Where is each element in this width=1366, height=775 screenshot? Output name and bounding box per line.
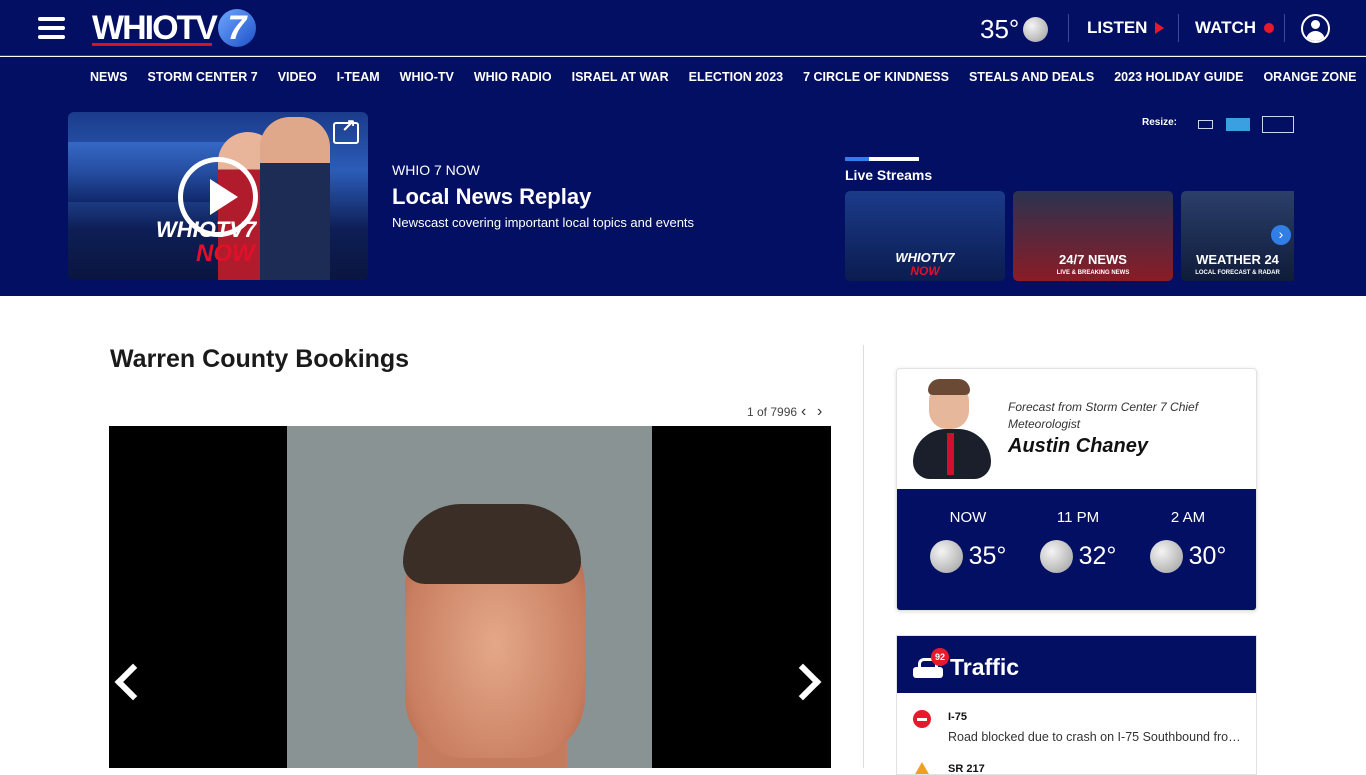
forecast-kicker: Forecast from Storm Center 7 Chief Meteo… bbox=[1008, 400, 1199, 431]
traffic-count-badge: 92 bbox=[931, 648, 949, 666]
road-blocked-icon bbox=[913, 710, 931, 728]
stream-caption: 24/7 NEWS bbox=[1059, 252, 1127, 267]
nav-list: NEWS STORM CENTER 7 VIDEO I-TEAM WHIO-TV… bbox=[90, 70, 1366, 84]
forecast-band: NOW 35° 11 PM 32° 2 AM 30° bbox=[897, 489, 1256, 610]
listen-button[interactable]: LISTEN bbox=[1087, 18, 1165, 38]
nav-item-whio-tv[interactable]: WHIO-TV bbox=[400, 70, 454, 84]
live-stream-whio-now[interactable]: WHIOTV7 NOW bbox=[845, 191, 1005, 281]
resize-medium-icon[interactable] bbox=[1226, 118, 1250, 131]
header-weather[interactable]: 35° bbox=[980, 14, 1049, 45]
moon-icon bbox=[1023, 17, 1049, 42]
traffic-title: Traffic bbox=[950, 654, 1020, 680]
top-bar: WHIOTV 7 35° LISTEN WATCH bbox=[0, 0, 1366, 56]
video-title[interactable]: Local News Replay bbox=[392, 184, 591, 210]
nav-item-orange-zone[interactable]: ORANGE ZONE bbox=[1263, 70, 1356, 84]
forecast-period-2am: 2 AM 30° bbox=[1133, 509, 1243, 573]
forecast-temp: 35° bbox=[968, 542, 1007, 570]
live-stream-24-7-news[interactable]: 24/7 NEWS LIVE & BREAKING NEWS bbox=[1013, 191, 1173, 281]
stream-sub: NOW bbox=[910, 264, 940, 278]
moon-icon bbox=[1149, 540, 1183, 573]
stream-next-icon[interactable]: › bbox=[1271, 225, 1291, 245]
forecast-temp: 32° bbox=[1078, 542, 1117, 570]
forecast-period-label: NOW bbox=[949, 509, 987, 526]
photo-gallery bbox=[109, 426, 831, 768]
watch-label: WATCH bbox=[1195, 18, 1257, 37]
header-temperature: 35° bbox=[980, 14, 1020, 44]
video-kicker: WHIO 7 NOW bbox=[392, 162, 480, 178]
moon-icon bbox=[1039, 540, 1073, 573]
page-title: Warren County Bookings bbox=[110, 345, 410, 373]
forecast-period-label: 11 PM bbox=[1056, 509, 1100, 526]
traffic-description: Road blocked due to crash on I-75 Southb… bbox=[948, 730, 1248, 744]
stream-sub: LOCAL FORECAST & RADAR bbox=[1195, 270, 1280, 276]
stream-sub: LIVE & BREAKING NEWS bbox=[1056, 270, 1130, 276]
meteorologist-avatar bbox=[913, 379, 991, 479]
logo-underline bbox=[92, 43, 212, 46]
forecast-card[interactable]: Forecast from Storm Center 7 Chief Meteo… bbox=[896, 368, 1257, 611]
watch-button[interactable]: WATCH bbox=[1195, 18, 1275, 38]
user-account-icon[interactable] bbox=[1301, 14, 1330, 43]
nav-item-video[interactable]: VIDEO bbox=[278, 70, 317, 84]
stream-caption: WHIOTV7 bbox=[895, 250, 955, 265]
menu-icon[interactable] bbox=[38, 17, 65, 39]
gallery-prev-small-icon[interactable]: ‹ bbox=[801, 403, 806, 421]
logo-seven: 7 bbox=[217, 9, 256, 47]
video-thumbnail[interactable]: WHIOTV7 NOW bbox=[68, 112, 368, 280]
forecast-temp: 30° bbox=[1188, 542, 1227, 570]
thumb-brand-now: NOW bbox=[196, 240, 255, 267]
stream-caption: WEATHER 24 bbox=[1196, 252, 1279, 267]
gallery-next-icon[interactable] bbox=[784, 652, 822, 707]
gallery-prev-icon[interactable] bbox=[114, 652, 152, 707]
forecast-period-now: NOW 35° bbox=[913, 509, 1023, 573]
header-divider bbox=[1284, 14, 1285, 42]
live-streams-accent bbox=[845, 157, 919, 161]
logo-text: WHIOTV bbox=[92, 8, 218, 47]
main-nav: NEWS STORM CENTER 7 VIDEO I-TEAM WHIO-TV… bbox=[0, 57, 1366, 97]
live-dot-icon bbox=[1264, 23, 1275, 33]
traffic-road: I-75 bbox=[948, 711, 967, 723]
nav-item-israel-at-war[interactable]: ISRAEL AT WAR bbox=[572, 70, 669, 84]
column-divider bbox=[863, 345, 864, 768]
warning-icon bbox=[914, 762, 930, 774]
nav-item-i-team[interactable]: I-TEAM bbox=[337, 70, 380, 84]
forecast-period-label: 2 AM bbox=[1170, 509, 1206, 526]
video-description: Newscast covering important local topics… bbox=[392, 215, 695, 230]
gallery-count: 1 of 7996 bbox=[747, 405, 798, 419]
meteorologist-name: Austin Chaney bbox=[1008, 435, 1149, 457]
video-strip: WHIOTV7 NOW WHIO 7 NOW Local News Replay… bbox=[0, 97, 1366, 296]
traffic-card[interactable]: 92 Traffic I-75 Road blocked due to cras… bbox=[896, 635, 1257, 775]
nav-item-storm-center-7[interactable]: STORM CENTER 7 bbox=[148, 70, 258, 84]
share-icon[interactable] bbox=[333, 116, 359, 144]
play-icon bbox=[1155, 22, 1165, 34]
nav-item-7-circle-of-kindness[interactable]: 7 CIRCLE OF KINDNESS bbox=[803, 70, 949, 84]
moon-icon bbox=[929, 540, 963, 573]
mugshot-image bbox=[287, 426, 652, 768]
header-divider bbox=[1068, 14, 1069, 42]
resize-label: Resize: bbox=[1142, 117, 1178, 128]
nav-item-steals-and-deals[interactable]: STEALS AND DEALS bbox=[969, 70, 1094, 84]
nav-item-holiday-guide[interactable]: 2023 HOLIDAY GUIDE bbox=[1114, 70, 1243, 84]
site-logo[interactable]: WHIOTV 7 bbox=[92, 8, 256, 48]
nav-item-election-2023[interactable]: ELECTION 2023 bbox=[689, 70, 783, 84]
listen-label: LISTEN bbox=[1087, 18, 1148, 37]
nav-item-news[interactable]: NEWS bbox=[90, 70, 128, 84]
resize-small-icon[interactable] bbox=[1198, 120, 1213, 129]
traffic-header: 92 Traffic bbox=[897, 636, 1256, 693]
forecast-period-11pm: 11 PM 32° bbox=[1023, 509, 1133, 573]
anchor-image bbox=[260, 117, 330, 280]
traffic-road: SR 217 bbox=[948, 763, 985, 775]
header-divider bbox=[1178, 14, 1179, 42]
resize-large-icon[interactable] bbox=[1262, 116, 1294, 133]
live-streams-title: Live Streams bbox=[845, 167, 933, 183]
nav-item-whio-radio[interactable]: WHIO RADIO bbox=[474, 70, 552, 84]
gallery-next-small-icon[interactable]: › bbox=[817, 403, 822, 421]
